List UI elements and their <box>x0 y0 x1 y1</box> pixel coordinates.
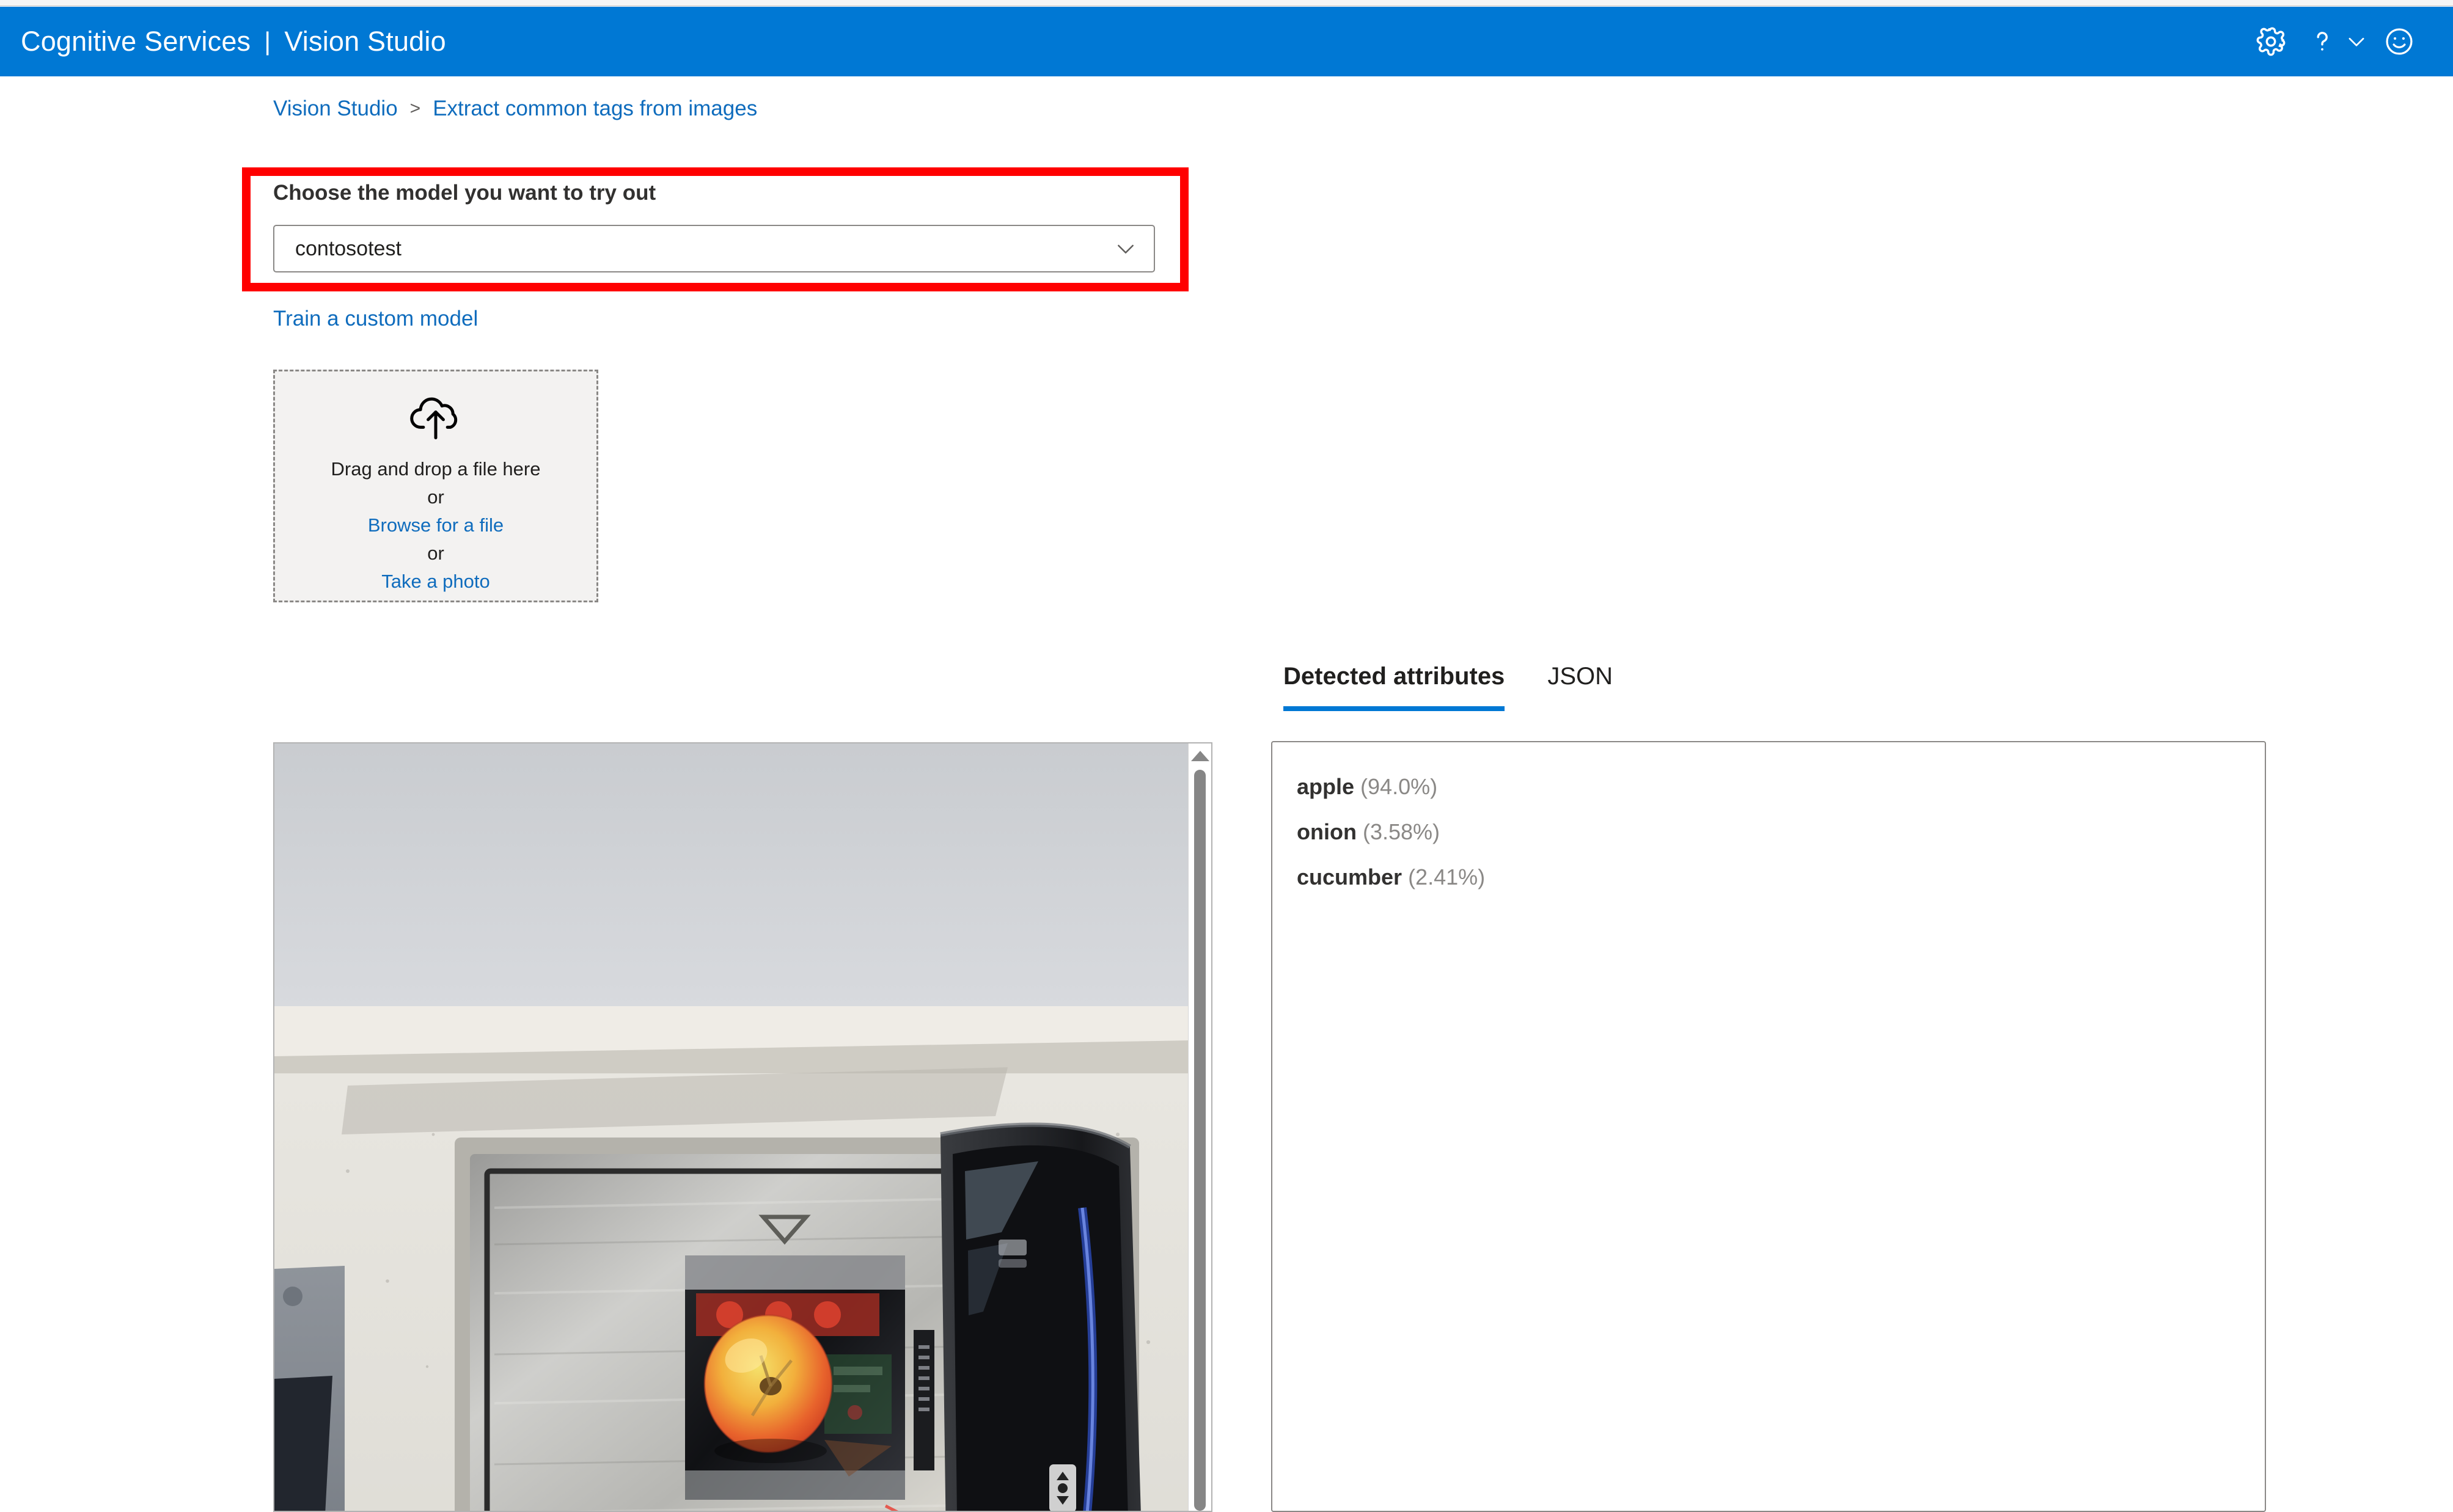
scroll-up-arrow-icon[interactable] <box>1190 751 1209 761</box>
brand-secondary: Vision Studio <box>284 26 446 57</box>
dropzone-or-1: or <box>427 486 444 508</box>
train-custom-model-link[interactable]: Train a custom model <box>273 307 478 331</box>
attribute-name: onion <box>1297 819 1357 844</box>
file-dropzone[interactable]: Drag and drop a file here or Browse for … <box>273 370 598 602</box>
dropzone-or-2: or <box>427 542 444 564</box>
gear-icon[interactable] <box>2245 16 2297 67</box>
attribute-confidence: (2.41%) <box>1408 864 1486 889</box>
chevron-down-icon[interactable] <box>2339 16 2374 67</box>
attribute-confidence: (94.0%) <box>1360 774 1438 799</box>
scrollbar-thumb[interactable] <box>1194 770 1206 1511</box>
uploaded-photo <box>274 743 1189 1511</box>
list-item: apple (94.0%) <box>1297 764 2265 809</box>
app-header: Cognitive Services | Vision Studio <box>0 7 2453 76</box>
header-actions <box>2245 16 2425 67</box>
brand-primary: Cognitive Services <box>21 26 251 57</box>
results-panel: apple (94.0%) onion (3.58%) cucumber (2.41%… <box>1271 741 2266 1512</box>
attribute-name: cucumber <box>1297 864 1402 889</box>
browse-for-a-file-link[interactable]: Browse for a file <box>368 511 504 539</box>
image-preview-frame <box>273 742 1212 1512</box>
take-a-photo-link[interactable]: Take a photo <box>381 568 490 596</box>
image-preview-viewport <box>274 743 1189 1511</box>
breadcrumb-item-current[interactable]: Extract common tags from images <box>433 97 757 121</box>
window-top-strip <box>0 0 2453 6</box>
breadcrumb-separator-icon: > <box>409 98 421 119</box>
chevron-down-icon <box>1113 236 1138 261</box>
breadcrumb: Vision Studio > Extract common tags from… <box>273 97 757 121</box>
brand-separator: | <box>264 27 271 56</box>
model-select-dropdown[interactable]: contosotest <box>273 225 1155 272</box>
preview-scrollbar[interactable] <box>1188 743 1211 1511</box>
dropzone-drag-text: Drag and drop a file here <box>331 458 541 480</box>
list-item: onion (3.58%) <box>1297 809 2265 855</box>
tab-detected-attributes[interactable]: Detected attributes <box>1283 663 1505 711</box>
tab-json[interactable]: JSON <box>1547 663 1613 711</box>
model-select-value: contosotest <box>295 236 402 260</box>
smiley-face-icon[interactable] <box>2374 16 2425 67</box>
attribute-name: apple <box>1297 774 1355 799</box>
model-picker-label: Choose the model you want to try out <box>273 181 656 205</box>
results-tabs: Detected attributes JSON <box>1283 663 1613 711</box>
attribute-confidence: (3.58%) <box>1362 819 1440 844</box>
cloud-upload-icon <box>408 395 464 445</box>
list-item: cucumber (2.41%) <box>1297 855 2265 900</box>
brand: Cognitive Services | Vision Studio <box>21 26 446 57</box>
breadcrumb-item-vision-studio[interactable]: Vision Studio <box>273 97 398 121</box>
